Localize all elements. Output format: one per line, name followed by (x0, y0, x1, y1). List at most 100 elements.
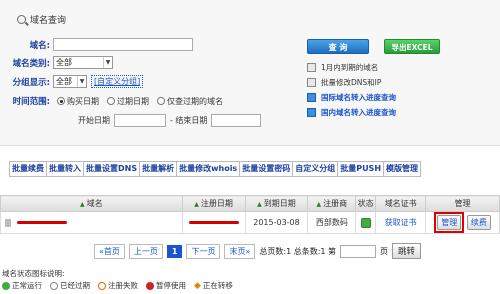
toolbar-batch-resolve[interactable]: 批量解析 (140, 162, 178, 176)
export-excel-button[interactable]: 导出EXCEL (384, 39, 440, 54)
calendar-icon (307, 62, 316, 72)
category-row: 域名类别: 全部 ▼ (3, 56, 113, 69)
status-normal-icon (360, 217, 371, 228)
radio-purchase-label: 购买日期 (67, 96, 99, 106)
toolbar-batch-renew[interactable]: 批量续费 (10, 162, 47, 176)
legend-item-paused: 暂停使用 (146, 280, 186, 291)
next-page-button[interactable]: 下一页 (186, 243, 221, 259)
toolbar-template-manage[interactable]: 模版管理 (384, 162, 420, 176)
domain-input[interactable] (53, 38, 193, 51)
radio-expired-only[interactable] (157, 97, 165, 105)
end-date-label: - 结束日期 (170, 116, 208, 125)
page-number-input[interactable] (340, 244, 377, 258)
toolbar-batch-whois[interactable]: 批量修改whois (177, 162, 241, 176)
col-header-domain[interactable]: ▲ 域名 (0, 195, 183, 212)
col-header-registrar[interactable]: ▲ 注册商 (307, 195, 357, 212)
page-suffix: 页 (380, 246, 389, 256)
radio-expired-only-label: 仅查过期的域名 (167, 96, 223, 106)
cell-registrar: 西部数码 (307, 211, 357, 234)
domain-label: 域名: (29, 40, 50, 51)
col-header-expiry-date[interactable]: ▲ 到期日期 (244, 195, 309, 212)
sort-icon: ▲ (257, 201, 262, 208)
pager-summary: 总页数:1 总条数:1 第 (259, 246, 337, 256)
last-page-button[interactable]: 末页» (224, 243, 256, 259)
toolbar-custom-group[interactable]: 自定义分组 (293, 162, 339, 176)
prev-page-button[interactable]: 上一页 (128, 243, 163, 259)
panel-title-text: 域名查询 (30, 16, 67, 26)
end-date-input[interactable] (211, 114, 262, 127)
status-legend: 正常运行 已经过期 注册失败 暂停使用 ◆ 正在转移 (2, 280, 233, 291)
start-date-input[interactable] (114, 114, 166, 127)
group-label: 分组显示: (12, 77, 50, 88)
legend-item-failed: 注册失败 (98, 280, 138, 291)
globe-icon (307, 92, 316, 102)
col-header-reg-date[interactable]: ▲ 注册日期 (181, 195, 246, 212)
get-cert-link[interactable]: 获取证书 (385, 218, 417, 227)
quick-link-intl-transfer[interactable]: 国际域名转入进度查询 (307, 90, 396, 104)
dns-icon (307, 77, 316, 87)
sort-icon: ▲ (194, 201, 199, 208)
quick-link-label: 国际域名转入进度查询 (321, 92, 396, 102)
redacted-mark (188, 221, 239, 224)
quick-link-label: 1月内到期的域名 (321, 62, 379, 72)
status-paused-icon (146, 281, 154, 290)
category-label: 域名类别: (12, 58, 50, 69)
cell-manage: 管理 续费 (425, 211, 500, 234)
group-row: 分组显示: 全部 ▼ [自定义分组] (3, 75, 144, 88)
radio-purchase-date[interactable] (57, 97, 65, 105)
custom-group-link[interactable]: [自定义分组] (91, 75, 144, 88)
date-range-row: 开始日期 - 结束日期 (78, 114, 262, 127)
sort-icon: ▲ (79, 201, 85, 208)
col-header-manage: 管理 (425, 195, 500, 212)
query-panel: 域名查询 域名: 域名类别: 全部 ▼ 分组显示: 全部 ▼ [自定义分组] 时… (0, 0, 500, 146)
legend-item-expired: 已经过期 (50, 280, 90, 291)
toolbar-batch-password[interactable]: 批量设置密码 (240, 162, 294, 176)
quick-link-dns[interactable]: 批量修改DNS和IP (307, 75, 396, 89)
start-date-label: 开始日期 (78, 116, 110, 125)
first-page-button[interactable]: «首页 (94, 243, 125, 259)
sort-icon: ▲ (316, 201, 322, 208)
table-header-row: ▲ 域名 ▲ 注册日期 ▲ 到期日期 ▲ 注册商 状态 域名证书 管理 (0, 195, 500, 212)
toolbar-batch-transfer[interactable]: 批量转入 (47, 162, 84, 176)
legend-item-normal: 正常运行 (2, 280, 42, 291)
quick-link-expiring[interactable]: 1月内到期的域名 (307, 60, 396, 74)
quick-link-domestic-transfer[interactable]: 国内域名转入进度查询 (307, 105, 396, 119)
redacted-mark (16, 221, 67, 224)
cell-cert: 获取证书 (375, 211, 427, 234)
status-normal-icon (2, 281, 10, 290)
current-page[interactable]: 1 (166, 244, 183, 258)
go-button[interactable]: 跳转 (392, 243, 422, 259)
status-failed-icon (98, 281, 106, 290)
group-select-value: 全部 (56, 77, 72, 86)
table-row: 2015-03-08 西部数码 获取证书 管理 续费 (0, 211, 500, 234)
cell-domain[interactable] (0, 211, 183, 234)
toolbar-batch-dns[interactable]: 批量设置DNS (84, 162, 141, 176)
time-range-row: 时间范围: 购买日期 过期日期 仅查过期的域名 (3, 95, 223, 108)
manage-button[interactable]: 管理 (437, 215, 462, 230)
legend-title: 域名状态图标说明: (2, 269, 65, 278)
category-select[interactable]: 全部 ▼ (53, 56, 113, 69)
col-header-cert: 域名证书 (375, 195, 427, 212)
domain-row: 域名: (3, 38, 193, 51)
status-expired-icon (50, 281, 58, 290)
domain-table: ▲ 域名 ▲ 注册日期 ▲ 到期日期 ▲ 注册商 状态 域名证书 管理 2015-03-… (0, 195, 500, 234)
cell-reg-date (181, 211, 246, 234)
group-select[interactable]: 全部 ▼ (53, 75, 87, 88)
toolbar-batch-push[interactable]: 批量PUSH (338, 162, 385, 176)
query-button[interactable]: 查 询 (307, 39, 369, 54)
col-header-status: 状态 (355, 195, 377, 212)
globe-icon (307, 107, 316, 117)
radio-expiry-date[interactable] (107, 97, 115, 105)
pagination: «首页 上一页 1 下一页 末页» 总页数:1 总条数:1 第 页 跳转 (94, 243, 422, 259)
renew-button[interactable]: 续费 (466, 215, 491, 230)
flag-icon (5, 218, 11, 227)
batch-toolbar: 批量续费 批量转入 批量设置DNS 批量解析 批量修改whois 批量设置密码 … (9, 161, 422, 177)
panel-title: 域名查询 (17, 13, 66, 26)
chevron-down-icon: ▼ (103, 57, 112, 68)
search-icon (17, 15, 26, 24)
manage-highlight: 管理 (434, 212, 465, 233)
legend-item-transferring: ◆ 正在转移 (194, 280, 233, 291)
quick-link-label: 批量修改DNS和IP (321, 77, 382, 87)
chevron-down-icon: ▼ (77, 76, 86, 87)
category-select-value: 全部 (56, 58, 72, 67)
